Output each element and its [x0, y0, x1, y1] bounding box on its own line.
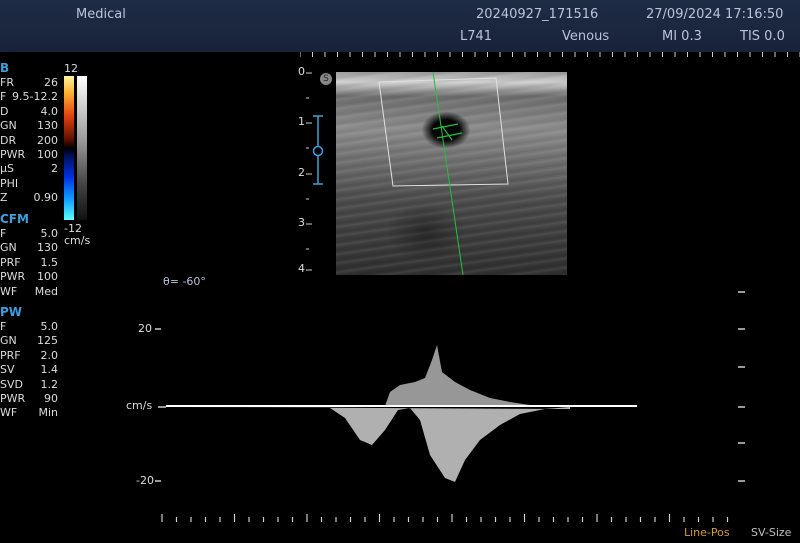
softkey-sv-size[interactable]: SV-Size: [751, 526, 791, 539]
doppler-spectrum[interactable]: [0, 0, 800, 543]
spectral-waveform-negative: [170, 407, 570, 482]
softkey-line-pos[interactable]: Line-Pos: [684, 526, 730, 539]
spectral-waveform-positive: [385, 345, 530, 407]
